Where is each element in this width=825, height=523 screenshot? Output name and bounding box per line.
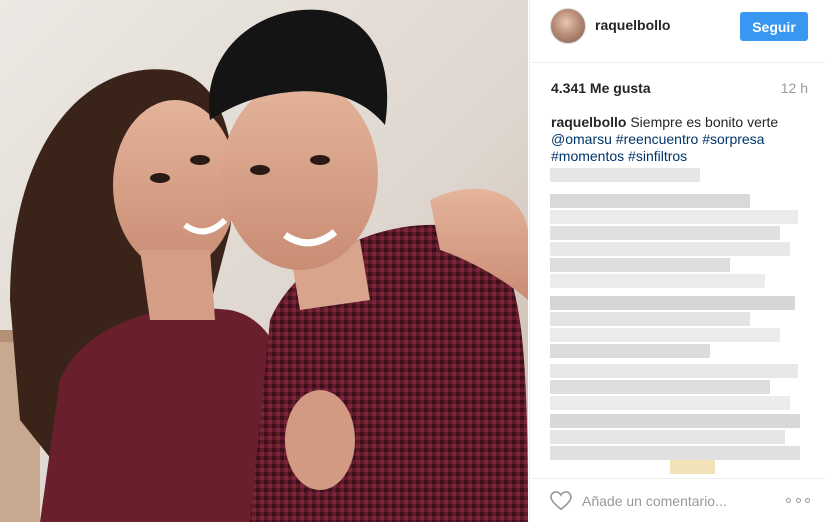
caption-hashtag[interactable]: #sinfiltros — [628, 148, 687, 164]
caption-hashtag[interactable]: #momentos — [551, 148, 624, 164]
blurred-emoji — [670, 460, 715, 474]
blurred-line — [550, 312, 750, 326]
blurred-line — [550, 258, 730, 272]
dot — [786, 497, 791, 503]
blurred-line — [550, 274, 765, 288]
avatar[interactable] — [550, 8, 586, 44]
header-username[interactable]: raquelbollo — [595, 17, 670, 33]
comment-input[interactable] — [582, 491, 772, 511]
blurred-line — [550, 396, 790, 410]
caption-username[interactable]: raquelbollo — [551, 114, 626, 130]
caption-hashtag[interactable]: #reencuentro — [616, 131, 699, 147]
blurred-line — [550, 380, 770, 394]
blurred-line — [550, 194, 750, 208]
blurred-line — [550, 210, 798, 224]
post-time[interactable]: 12 h — [781, 80, 808, 96]
blurred-line — [550, 364, 798, 378]
blurred-line — [550, 414, 800, 428]
caption-mention[interactable]: @omarsu — [551, 131, 612, 147]
blurred-line — [550, 226, 780, 240]
blurred-line — [550, 344, 710, 358]
blurred-line — [550, 328, 780, 342]
blurred-line — [550, 296, 795, 310]
post-photo[interactable] — [0, 0, 528, 522]
post-side-panel: raquelbollo Seguir 4.341 Me gusta 12 h r… — [529, 0, 825, 522]
blurred-line — [550, 430, 785, 444]
likes-count[interactable]: 4.341 Me gusta — [551, 80, 651, 96]
post-caption: raquelbollo Siempre es bonito verte @oma… — [551, 114, 801, 165]
follow-button[interactable]: Seguir — [740, 12, 808, 41]
blurred-line — [550, 242, 790, 256]
heart-outline-icon[interactable] — [550, 491, 572, 511]
dot — [795, 497, 801, 503]
caption-hashtag[interactable]: #sorpresa — [702, 131, 764, 147]
blurred-line — [550, 446, 800, 460]
post-header: raquelbollo Seguir — [530, 0, 825, 63]
comment-bar — [530, 478, 825, 523]
blurred-comments — [550, 168, 800, 476]
dot — [805, 497, 810, 503]
post-photo-illustration — [0, 0, 528, 522]
caption-text: Siempre es bonito verte — [630, 114, 779, 130]
blurred-line — [550, 168, 700, 182]
ellipsis-icon[interactable] — [786, 492, 810, 508]
